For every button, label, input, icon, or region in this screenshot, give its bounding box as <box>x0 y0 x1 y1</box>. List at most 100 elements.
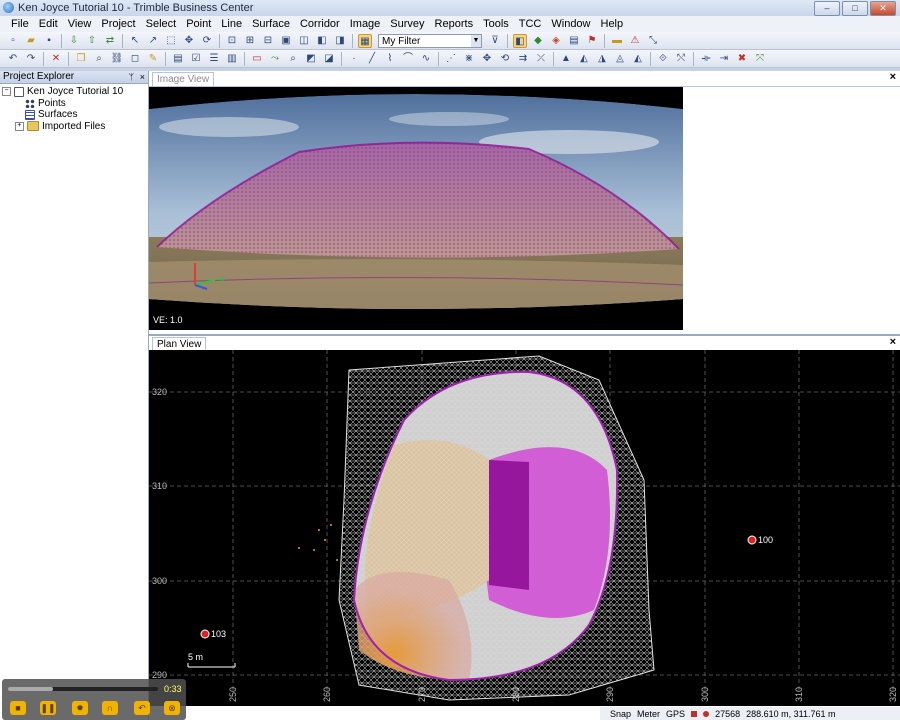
view-3d-icon[interactable]: ◨ <box>333 34 347 48</box>
zoom-window-icon[interactable]: ⊡ <box>225 34 239 48</box>
traverse-icon[interactable]: ⇥ <box>717 52 731 66</box>
photo-station-icon[interactable]: ◪ <box>322 52 336 66</box>
close-player-icon[interactable]: ⊗ <box>164 701 180 715</box>
move-icon[interactable]: ✥ <box>480 52 494 66</box>
station-icon[interactable]: ⟛ <box>699 52 713 66</box>
find-icon[interactable]: ⌕ <box>92 52 106 66</box>
menu-surface[interactable]: Surface <box>247 18 295 30</box>
warning-icon[interactable]: ⚠ <box>628 34 642 48</box>
intersect-icon[interactable]: ⤲ <box>674 52 688 66</box>
survey-point-103[interactable]: 103 <box>200 629 226 639</box>
tab-plan-view[interactable]: Plan View <box>152 337 207 351</box>
view-side-icon[interactable]: ◧ <box>315 34 329 48</box>
scale-icon[interactable]: ⤡ <box>646 34 660 48</box>
search-icon[interactable]: ⌕ <box>286 52 300 66</box>
cogo-icon[interactable]: ⟐ <box>656 52 670 66</box>
filter-icon[interactable]: ⊽ <box>488 34 502 48</box>
line-icon[interactable]: ╱ <box>365 52 379 66</box>
project-explorer-toggle-icon[interactable]: ◧ <box>513 33 527 48</box>
tree-item-project[interactable]: − Ken Joyce Tutorial 10 <box>2 86 148 97</box>
collapse-toggle-icon[interactable]: − <box>2 87 11 96</box>
stop-icon[interactable]: ■ <box>10 701 26 715</box>
surface-contour-icon[interactable]: ◮ <box>595 52 609 66</box>
vertex-icon[interactable]: ⋰ <box>444 52 458 66</box>
menu-survey[interactable]: Survey <box>385 18 429 30</box>
view-filter-dropdown[interactable]: My Filter ▼ <box>378 33 482 48</box>
save-icon[interactable]: ▪ <box>42 34 56 48</box>
menu-edit[interactable]: Edit <box>34 18 63 30</box>
menu-corridor[interactable]: Corridor <box>295 18 345 30</box>
playback-progress-bar[interactable] <box>8 687 158 691</box>
settings-icon[interactable]: ✹ <box>72 701 88 715</box>
tab-image-view[interactable]: Image View <box>152 72 215 86</box>
zoom-out-icon[interactable]: ⊟ <box>261 34 275 48</box>
expand-toggle-icon[interactable]: + <box>15 121 24 131</box>
open-folder-icon[interactable]: ▰ <box>24 34 38 48</box>
survey-point-100[interactable]: 100 <box>747 535 773 545</box>
properties-icon[interactable]: ▤ <box>567 34 581 48</box>
snap-toggle[interactable]: Snap <box>610 709 631 719</box>
break-icon[interactable]: ⤫ <box>534 52 548 66</box>
menu-reports[interactable]: Reports <box>430 18 479 30</box>
table-icon[interactable]: ▥ <box>225 52 239 66</box>
close-icon[interactable]: × <box>890 336 896 348</box>
zoom-extents-icon[interactable]: ▣ <box>279 34 293 48</box>
menu-tcc[interactable]: TCC <box>514 18 547 30</box>
menu-tools[interactable]: Tools <box>478 18 514 30</box>
menu-help[interactable]: Help <box>596 18 629 30</box>
close-window-button[interactable]: ✕ <box>870 1 896 16</box>
menu-project[interactable]: Project <box>96 18 140 30</box>
select-box-icon[interactable]: ◻ <box>128 52 142 66</box>
compute-icon[interactable]: ⤧ <box>753 52 767 66</box>
pin-icon[interactable]: ᛘ <box>129 71 134 83</box>
tree-item-imported-files[interactable]: + Imported Files <box>2 121 148 132</box>
menu-image[interactable]: Image <box>345 18 386 30</box>
export-icon[interactable]: ⇧ <box>85 34 99 48</box>
surface-compare-icon[interactable]: ◭ <box>631 52 645 66</box>
pan-icon[interactable]: ✥ <box>182 34 196 48</box>
select-icon[interactable]: ↖ <box>128 34 142 48</box>
surface-icon[interactable]: ◆ <box>531 34 545 48</box>
plan-view-canvas[interactable]: 320 310 300 290 250 260 270 280 290 300 … <box>149 350 900 706</box>
surface-volume-icon[interactable]: ◬ <box>613 52 627 66</box>
menu-window[interactable]: Window <box>546 18 595 30</box>
route-icon[interactable]: ⤳ <box>268 52 282 66</box>
arc-icon[interactable]: ⌒ <box>401 52 415 66</box>
snap-icon[interactable]: ⋇ <box>462 52 476 66</box>
headphones-icon[interactable]: ∩ <box>102 701 118 715</box>
menu-view[interactable]: View <box>63 18 97 30</box>
undo-icon[interactable]: ↶ <box>6 52 20 66</box>
tree-item-surfaces[interactable]: Surfaces <box>2 109 148 120</box>
zoom-in-icon[interactable]: ⊞ <box>243 34 257 48</box>
gps-indicator[interactable]: GPS <box>666 709 685 719</box>
tree-item-points[interactable]: Points <box>2 98 148 109</box>
units-indicator[interactable]: Meter <box>637 709 660 719</box>
new-file-icon[interactable]: ▫ <box>6 34 20 48</box>
grid-toggle-icon[interactable]: ▦ <box>358 33 372 48</box>
menu-select[interactable]: Select <box>141 18 182 30</box>
surface-slope-icon[interactable]: ◭ <box>577 52 591 66</box>
curve-icon[interactable]: ∿ <box>419 52 433 66</box>
import-icon[interactable]: ⇩ <box>67 34 81 48</box>
list-icon[interactable]: ☰ <box>207 52 221 66</box>
maximize-button[interactable]: □ <box>842 1 868 16</box>
select-filter-icon[interactable]: ⬚ <box>164 34 178 48</box>
panorama-image[interactable]: N VE: 1.0 <box>149 87 683 330</box>
offset-icon[interactable]: ⇉ <box>516 52 530 66</box>
pencil-icon[interactable]: ✎ <box>146 52 160 66</box>
layers-icon[interactable]: ◈ <box>549 34 563 48</box>
polyline-icon[interactable]: ⌇ <box>383 52 397 66</box>
image-icon[interactable]: ◩ <box>304 52 318 66</box>
link-icon[interactable]: ⛓ <box>110 52 124 66</box>
close-icon[interactable]: × <box>140 71 145 83</box>
point-icon[interactable]: · <box>347 52 361 66</box>
menu-point[interactable]: Point <box>181 18 216 30</box>
flag-icon[interactable]: ⚑ <box>585 34 599 48</box>
select-plus-icon[interactable]: ↗ <box>146 34 160 48</box>
rotate-object-icon[interactable]: ⟲ <box>498 52 512 66</box>
minimize-button[interactable]: – <box>814 1 840 16</box>
measure-icon[interactable]: ▬ <box>610 34 624 48</box>
check-icon[interactable]: ☑ <box>189 52 203 66</box>
menu-file[interactable]: File <box>6 18 34 30</box>
close-icon[interactable]: × <box>890 71 896 83</box>
